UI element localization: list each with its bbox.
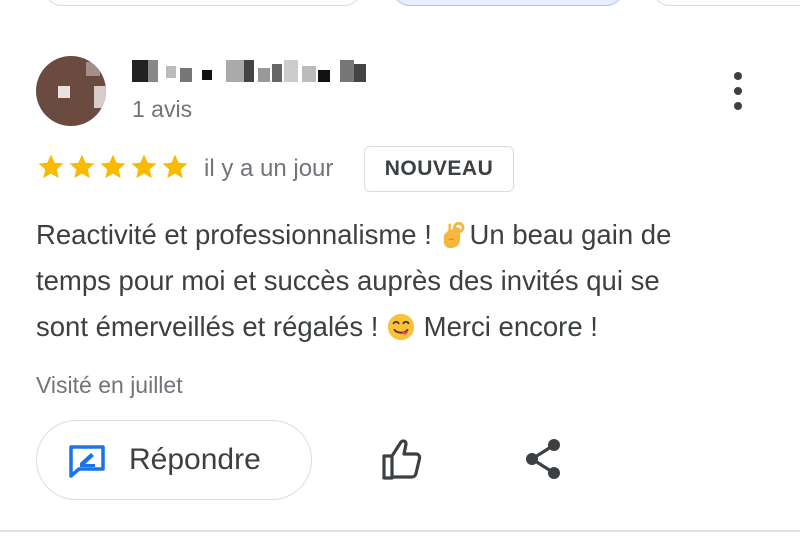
reviewer-avatar[interactable] bbox=[36, 56, 106, 126]
visit-date: Visité en juillet bbox=[36, 372, 183, 398]
review-line-1: Reactivité et professionnalisme ! Un bea… bbox=[36, 212, 776, 258]
filter-chip[interactable] bbox=[44, 0, 362, 6]
filter-chip[interactable] bbox=[652, 0, 800, 6]
review-text-segment: Merci encore ! bbox=[416, 311, 598, 342]
review-line-3: sont émerveillés et régalés ! Merci enco… bbox=[36, 304, 776, 350]
share-icon bbox=[526, 439, 560, 479]
share-button[interactable] bbox=[522, 436, 566, 482]
reviewer-name-redacted[interactable] bbox=[132, 60, 366, 84]
review-text-segment: Reactivité et professionnalisme ! bbox=[36, 219, 440, 250]
filter-chip-selected[interactable] bbox=[392, 0, 624, 6]
savoring-face-emoji-icon bbox=[387, 313, 415, 341]
thumbs-up-icon bbox=[382, 439, 422, 480]
reply-button-label: Répondre bbox=[129, 443, 261, 476]
review-relative-time: il y a un jour bbox=[204, 155, 334, 182]
review-text: Reactivité et professionnalisme ! Un bea… bbox=[36, 212, 776, 350]
review-text-segment: Un beau gain de bbox=[469, 219, 672, 250]
ok-hand-emoji-icon bbox=[443, 221, 464, 249]
review-text-segment: sont émerveillés et régalés ! bbox=[36, 311, 387, 342]
like-button[interactable] bbox=[378, 436, 426, 482]
star-icon bbox=[69, 154, 95, 179]
review-line-2: temps pour moi et succès auprès des invi… bbox=[36, 265, 660, 296]
edit-reply-icon bbox=[69, 445, 105, 478]
star-icon bbox=[100, 154, 126, 179]
review-divider bbox=[0, 530, 800, 532]
star-icon bbox=[162, 154, 188, 179]
reviewer-review-count: 1 avis bbox=[132, 96, 193, 122]
star-rating bbox=[36, 152, 190, 184]
new-badge: NOUVEAU bbox=[364, 146, 514, 192]
star-icon bbox=[38, 154, 64, 179]
reply-button[interactable]: Répondre bbox=[36, 420, 312, 500]
more-options-button[interactable] bbox=[726, 72, 750, 110]
star-icon bbox=[131, 154, 157, 179]
